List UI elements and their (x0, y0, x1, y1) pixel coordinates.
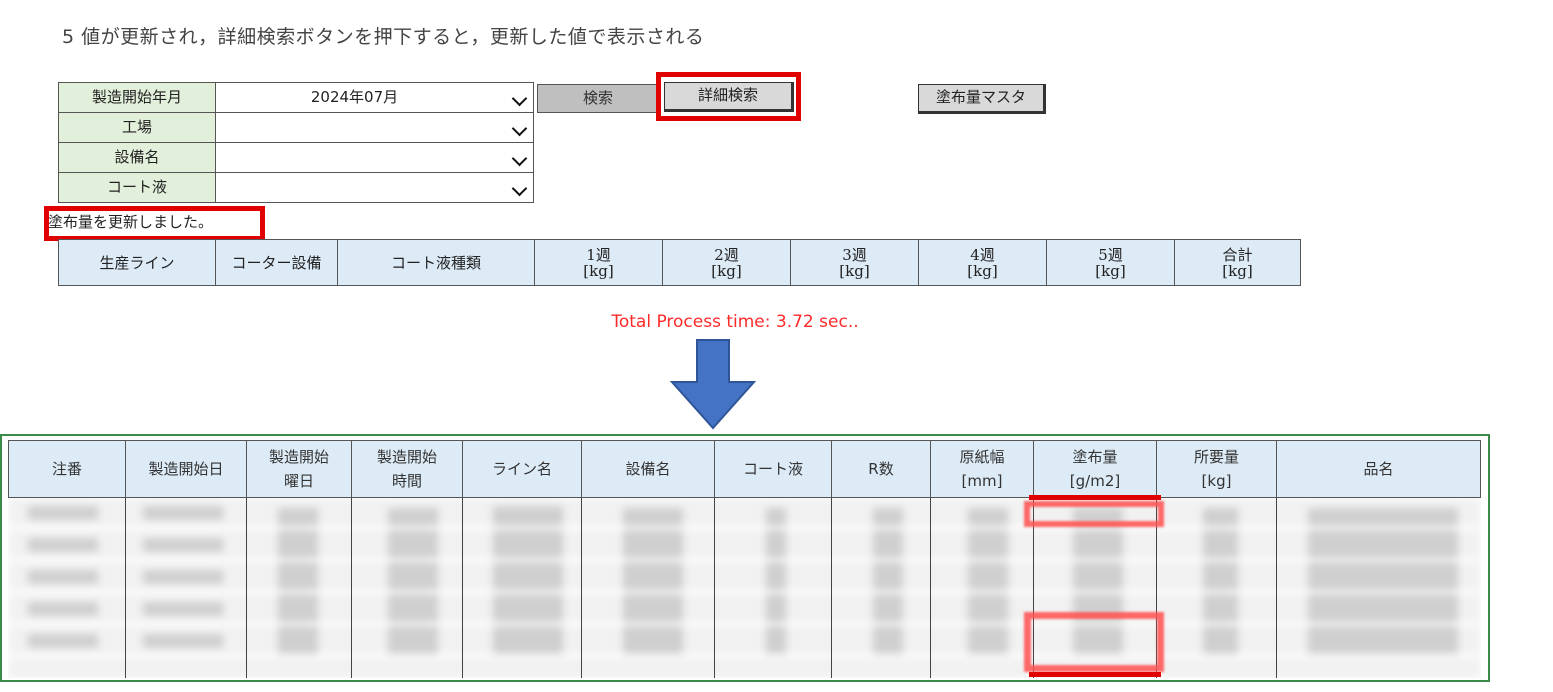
header-text: 品名 (1363, 460, 1394, 478)
header-unit: [kg] (583, 261, 614, 280)
summary-header-coating-type: コート液種類 (337, 239, 535, 286)
detail-header-product-name: 品名 (1276, 440, 1481, 498)
detail-header-equipment: 設備名 (581, 440, 715, 498)
search-button[interactable]: 検索 (537, 84, 659, 113)
coating-master-button[interactable]: 塗布量マスタ (918, 84, 1046, 114)
header-text: 4週 (970, 245, 995, 264)
header-unit: [kg] (839, 261, 870, 280)
detail-header-coating-amount: 塗布量 [g/m2] (1033, 440, 1157, 498)
header-text: 注番 (51, 460, 82, 478)
header-text: 生産ライン (99, 253, 175, 272)
header-unit: [kg] (967, 261, 998, 280)
header-text: 合計 (1222, 245, 1253, 264)
header-text: コーター設備 (231, 253, 322, 272)
detail-header-start-weekday: 製造開始 曜日 (246, 440, 352, 498)
detail-header-start-time: 製造開始 時間 (351, 440, 463, 498)
summary-header-line: 生産ライン (58, 239, 216, 286)
filter-label-start-month: 製造開始年月 (58, 82, 216, 113)
summary-header-week4: 4週 [kg] (918, 239, 1047, 286)
header-text: コート液 (742, 460, 803, 478)
header-text: 製造開始 (268, 448, 329, 466)
highlight-message (44, 206, 265, 241)
highlight-cell-rows5-6 (1024, 612, 1164, 672)
header-text: 5週 (1098, 245, 1123, 264)
detail-header-required: 所要量 [kg] (1156, 440, 1277, 498)
header-text: [g/m2] (1069, 472, 1121, 490)
detail-header-paper-width: 原紙幅 [mm] (930, 440, 1034, 498)
header-text: 製造開始 (376, 448, 437, 466)
detail-header-order-no: 注番 (8, 440, 126, 498)
step-caption: 5 値が更新され，詳細検索ボタンを押下すると，更新した値で表示される (62, 26, 705, 48)
blurred-content (8, 498, 1481, 678)
filter-label-coating: コート液 (58, 172, 216, 203)
header-text: [kg] (1201, 472, 1232, 490)
header-text: 所要量 (1193, 448, 1239, 466)
equipment-select[interactable] (215, 142, 534, 173)
chevron-down-icon (511, 150, 528, 167)
arrow-down-icon (669, 339, 757, 430)
summary-header-week3: 3週 [kg] (790, 239, 919, 286)
summary-header-week5: 5週 [kg] (1046, 239, 1175, 286)
chevron-down-icon (511, 120, 528, 137)
header-text: 設備名 (625, 460, 671, 478)
summary-header-coater: コーター設備 (215, 239, 338, 286)
header-text: 2週 (714, 245, 739, 264)
header-text: 1週 (586, 245, 611, 264)
header-text: 製造開始日 (148, 460, 224, 478)
chevron-down-icon (511, 90, 528, 107)
header-text: [mm] (961, 472, 1003, 490)
header-text: 塗布量 (1072, 448, 1118, 466)
process-time-text: Total Process time: 3.72 sec.. (611, 312, 859, 332)
highlight-detail-search (656, 72, 801, 121)
header-text: 時間 (391, 472, 422, 490)
summary-header-total: 合計 [kg] (1174, 239, 1301, 286)
highlight-cell-row1 (1024, 501, 1164, 527)
header-text: 3週 (842, 245, 867, 264)
header-unit: [kg] (1222, 261, 1253, 280)
summary-header-week1: 1週 [kg] (534, 239, 663, 286)
detail-header-r-count: R数 (831, 440, 931, 498)
detail-header-coating: コート液 (714, 440, 832, 498)
header-text: コート液種類 (390, 253, 481, 272)
header-unit: [kg] (1095, 261, 1126, 280)
header-text: 曜日 (283, 472, 314, 490)
coating-select[interactable] (215, 172, 534, 203)
highlight-bar-top (1029, 495, 1161, 500)
factory-select[interactable] (215, 112, 534, 143)
header-unit: [kg] (711, 261, 742, 280)
start-month-select[interactable]: 2024年07月 (215, 82, 534, 113)
detail-header-line-name: ライン名 (462, 440, 582, 498)
start-month-value: 2024年07月 (310, 88, 399, 106)
detail-header-start-date: 製造開始日 (125, 440, 247, 498)
highlight-bar-bottom (1029, 672, 1161, 677)
detail-rows-blurred (8, 498, 1481, 678)
filter-label-factory: 工場 (58, 112, 216, 143)
summary-header-week2: 2週 [kg] (662, 239, 791, 286)
chevron-down-icon (511, 180, 528, 197)
header-text: R数 (868, 460, 894, 478)
header-text: 原紙幅 (959, 448, 1005, 466)
filter-label-equipment: 設備名 (58, 142, 216, 173)
header-text: ライン名 (491, 460, 552, 478)
